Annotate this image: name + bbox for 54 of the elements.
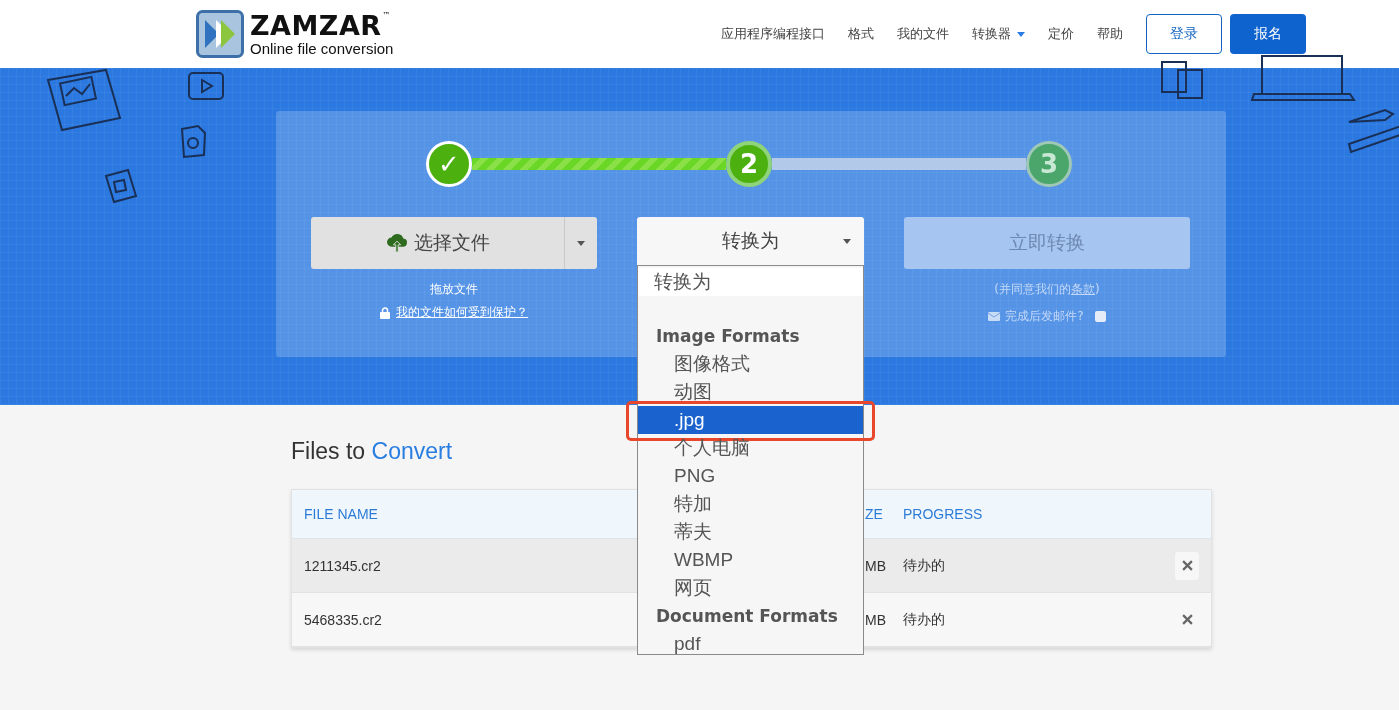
nav-link[interactable]: 格式 — [848, 25, 874, 43]
nav-link[interactable]: 应用程序编程接口 — [721, 25, 825, 43]
dropdown-option[interactable]: .jpg — [638, 406, 863, 434]
dropdown-option[interactable]: 个人电脑 — [638, 434, 863, 462]
dropdown-option[interactable]: PNG — [638, 462, 863, 490]
caret-icon — [843, 239, 851, 244]
logo-tagline: Online file conversion — [250, 41, 394, 56]
dropdown-option[interactable]: WBMP — [638, 546, 863, 574]
file-name-cell: 5468335.cr2 — [304, 611, 382, 628]
dropdown-option[interactable]: pdf — [638, 630, 863, 658]
progress-cell-text: 待办的 — [902, 556, 945, 575]
file-size-cell: MB — [865, 557, 886, 574]
file-doodle-icon — [178, 123, 208, 159]
caret-icon — [577, 240, 585, 246]
nav-link[interactable]: 我的文件 — [897, 25, 949, 43]
file-size-cell: MB — [865, 611, 886, 628]
email-label: 完成后发邮件? — [1005, 308, 1084, 325]
step-circle: ✓ — [426, 141, 472, 187]
envelope-icon — [988, 312, 1001, 321]
close-icon — [1181, 614, 1193, 625]
caret-icon — [1017, 31, 1025, 37]
nav-link[interactable]: 帮助 — [1097, 25, 1123, 43]
dropdown-option[interactable]: 动图 — [638, 378, 863, 406]
dropdown-option[interactable]: 图像格式 — [638, 350, 863, 378]
column-header: FILE NAME — [304, 506, 378, 522]
terms-text: (并同意我们的条款) — [994, 281, 1100, 298]
signup-button[interactable]: 报名 — [1230, 14, 1306, 54]
choose-file-button[interactable]: 选择文件 — [311, 217, 597, 269]
convert-to-select[interactable]: 转换为 — [637, 217, 864, 265]
option-group-label: Document Formats — [655, 605, 839, 628]
nav-link[interactable]: 转换器 — [972, 25, 1025, 43]
cloud-upload-icon — [385, 233, 408, 253]
drop-hint: 拖放文件 — [430, 281, 478, 298]
column-header: PROGRESS — [902, 506, 983, 522]
trademark: ™ — [382, 12, 391, 20]
file-name-cell: 1211345.cr2 — [304, 557, 381, 574]
choose-file-label: 选择文件 — [413, 230, 490, 255]
dropdown-option[interactable]: 蒂夫 — [638, 518, 863, 546]
logo-icon — [196, 10, 244, 58]
remove-button[interactable] — [1175, 551, 1199, 580]
login-button[interactable]: 登录 — [1146, 14, 1222, 54]
lock-icon — [380, 306, 390, 319]
column-header: ZE — [865, 506, 883, 522]
dropdown-option[interactable]: 网页 — [638, 574, 863, 602]
dropdown-option[interactable]: 转换为 — [638, 268, 863, 296]
step-circle: 3 — [1026, 141, 1072, 187]
section-title: Files to Convert — [291, 438, 453, 465]
progress-cell-text: 待办的 — [902, 610, 945, 629]
nav-link[interactable]: 定价 — [1048, 25, 1074, 43]
option-group-label: Image Formats — [655, 325, 801, 348]
close-icon — [1181, 560, 1193, 571]
logo-name: ZAMZAR — [250, 12, 382, 39]
dropdown-option[interactable]: 特加 — [638, 490, 863, 518]
step-circle: 2 — [726, 141, 772, 187]
